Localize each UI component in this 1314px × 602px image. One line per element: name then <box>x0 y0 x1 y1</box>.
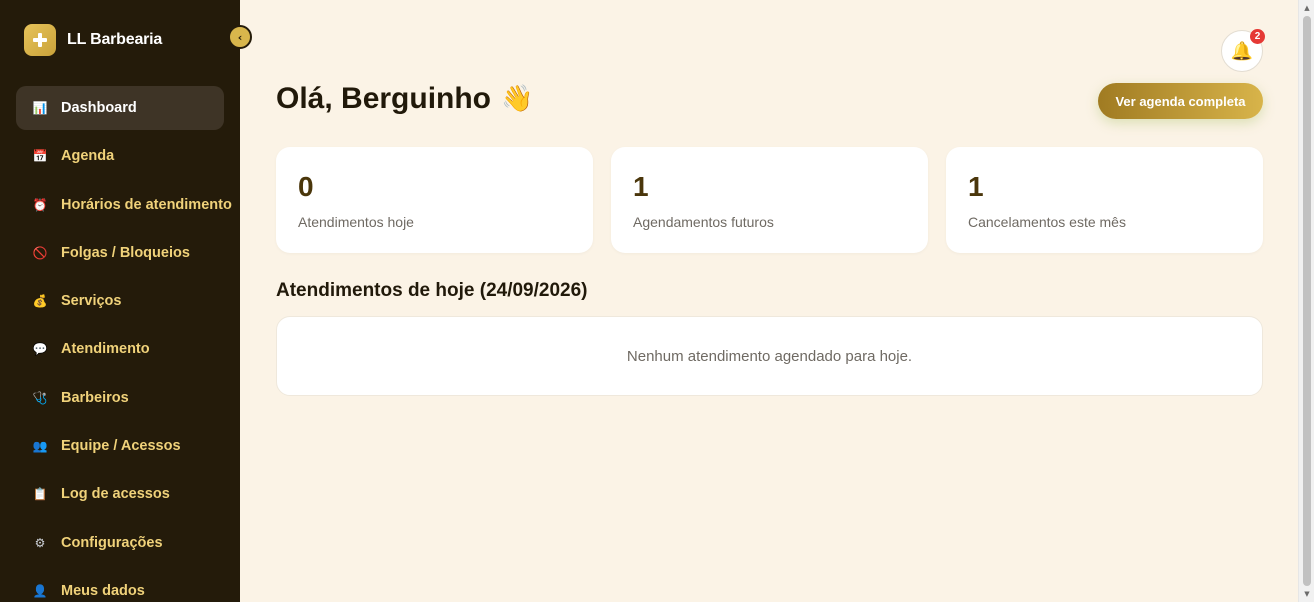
brand-name: LL Barbearia <box>67 31 163 48</box>
view-full-agenda-button[interactable]: Ver agenda completa <box>1098 83 1263 119</box>
sidebar-item-meus-dados[interactable]: 👤 Meus dados <box>16 569 224 602</box>
scroll-up-arrow-icon[interactable]: ▲ <box>1302 3 1312 13</box>
sidebar-item-atendimento[interactable]: 💬 Atendimento <box>16 327 224 371</box>
sidebar-item-label: Agenda <box>61 148 115 165</box>
bell-icon: 🔔 <box>1230 40 1254 62</box>
person-icon: 👤 <box>32 583 48 598</box>
sidebar-item-log[interactable]: 📋 Log de acessos <box>16 472 224 516</box>
gear-icon: ⚙ <box>34 535 46 550</box>
bar-chart-icon: 📊 <box>32 101 48 115</box>
stat-label: Cancelamentos este mês <box>968 214 1126 230</box>
scrollbar-thumb[interactable] <box>1303 16 1311 586</box>
sidebar-item-label: Serviços <box>61 293 122 310</box>
waving-hand-icon: 👋 <box>501 84 534 114</box>
stat-card-future: 1 Agendamentos futuros <box>611 147 928 253</box>
sidebar-nav: 📊 Dashboard 📅 Agenda ⏰ Horários de atend… <box>16 86 232 602</box>
stat-value: 1 <box>968 171 984 202</box>
sidebar-item-agenda[interactable]: 📅 Agenda <box>16 134 224 178</box>
empty-state-text: Nenhum atendimento agendado para hoje. <box>626 347 913 365</box>
calendar-icon: 📅 <box>32 149 48 164</box>
stat-value: 0 <box>298 171 314 202</box>
sidebar-item-label: Log de acessos <box>61 486 170 503</box>
scroll-down-arrow-icon[interactable]: ▼ <box>1302 589 1312 599</box>
notification-count-badge: 2 <box>1250 29 1265 44</box>
sidebar-item-folgas[interactable]: 🚫 Folgas / Bloqueios <box>16 231 224 275</box>
stat-label: Agendamentos futuros <box>633 214 774 230</box>
greeting-text: Olá, Berguinho <box>276 82 492 115</box>
sidebar-item-dashboard[interactable]: 📊 Dashboard <box>16 86 224 130</box>
sidebar-item-label: Folgas / Bloqueios <box>61 244 190 261</box>
main-content: 🔔 2 Olá, Berguinho 👋 Ver agenda completa… <box>240 0 1298 602</box>
sidebar-item-label: Atendimento <box>61 341 150 358</box>
sidebar-item-barbeiros[interactable]: 🩺 Barbeiros <box>16 376 224 420</box>
stethoscope-icon: 🩺 <box>32 390 48 405</box>
sidebar-item-horarios[interactable]: ⏰ Horários de atendimento <box>16 183 232 227</box>
notifications-button[interactable]: 🔔 2 <box>1221 29 1265 72</box>
brand[interactable]: LL Barbearia <box>24 24 162 56</box>
sidebar-item-configuracoes[interactable]: ⚙ Configurações <box>16 521 224 565</box>
sidebar-item-label: Meus dados <box>61 582 145 599</box>
money-bag-icon: 💰 <box>32 294 48 309</box>
sidebar-item-label: Dashboard <box>61 100 137 116</box>
sidebar-item-equipe[interactable]: 👥 Equipe / Acessos <box>16 424 224 468</box>
sidebar-item-label: Configurações <box>61 534 163 551</box>
prohibited-icon: 🚫 <box>32 245 48 260</box>
page-title: Olá, Berguinho 👋 <box>276 82 533 116</box>
page-scrollbar[interactable]: ▲ ▼ <box>1298 0 1314 602</box>
sidebar-item-label: Horários de atendimento <box>61 196 232 213</box>
stat-label: Atendimentos hoje <box>298 214 414 230</box>
chevron-left-icon: ‹ <box>237 30 243 44</box>
sidebar-item-label: Barbeiros <box>61 389 129 406</box>
speech-bubble-icon: 💬 <box>32 342 48 357</box>
stat-card-cancellations: 1 Cancelamentos este mês <box>946 147 1263 253</box>
people-icon: 👥 <box>32 439 48 454</box>
alarm-clock-icon: ⏰ <box>32 197 48 212</box>
plus-logo-icon <box>24 24 56 56</box>
sidebar-item-label: Equipe / Acessos <box>61 438 181 455</box>
sidebar-collapse-button[interactable]: ‹ <box>228 25 252 49</box>
sidebar-item-servicos[interactable]: 💰 Serviços <box>16 279 224 323</box>
sidebar: LL Barbearia 📊 Dashboard 📅 Agenda ⏰ Horá… <box>0 0 240 602</box>
today-appointments-card: Nenhum atendimento agendado para hoje. <box>276 316 1263 396</box>
stat-card-today: 0 Atendimentos hoje <box>276 147 593 253</box>
stat-value: 1 <box>633 171 649 202</box>
section-title-today: Atendimentos de hoje (24/09/2026) <box>276 280 588 301</box>
clipboard-icon: 📋 <box>32 487 48 502</box>
